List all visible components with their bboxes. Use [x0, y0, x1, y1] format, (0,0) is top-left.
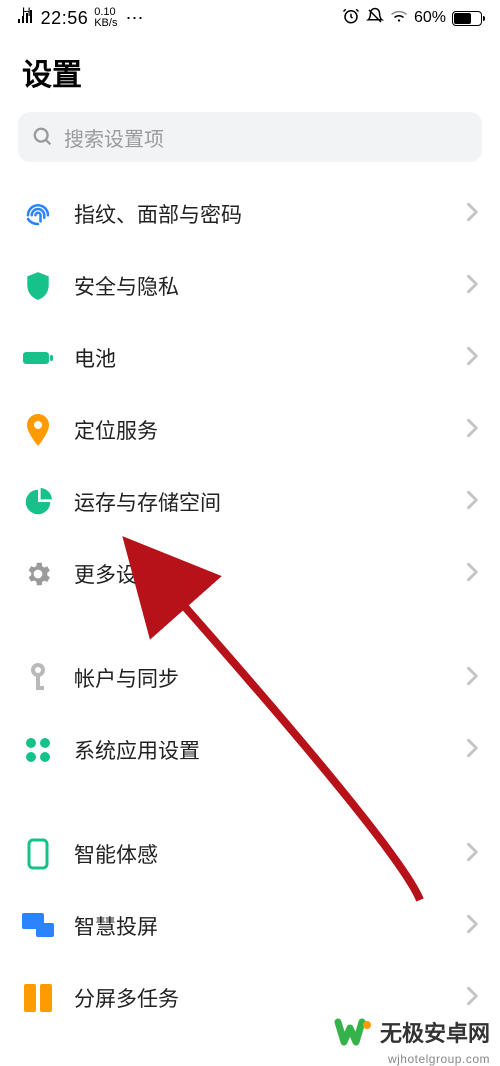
shield-icon — [22, 270, 54, 302]
chevron-right-icon — [466, 738, 478, 763]
clock-time: 22:56 — [41, 8, 89, 29]
item-label: 更多设置 — [74, 559, 446, 589]
key-icon — [22, 662, 54, 694]
alarm-icon — [342, 7, 360, 30]
settings-list: 指纹、面部与密码 安全与隐私 电池 定位服务 运存与存储空间 更多设置 — [0, 174, 500, 1034]
speed-unit: KB/s — [94, 18, 117, 29]
search-placeholder: 搜索设置项 — [64, 123, 164, 152]
status-left: H 22:56 0.10 KB/s ⋯ — [18, 7, 145, 29]
item-battery[interactable]: 电池 — [0, 322, 500, 394]
cast-devices-icon — [22, 910, 54, 942]
item-accounts[interactable]: 帐户与同步 — [0, 642, 500, 714]
chevron-right-icon — [466, 490, 478, 515]
battery-icon — [22, 342, 54, 374]
item-label: 定位服务 — [74, 415, 446, 445]
network-speed: 0.10 KB/s — [94, 7, 117, 29]
item-storage[interactable]: 运存与存储空间 — [0, 466, 500, 538]
item-smart-cast[interactable]: 智慧投屏 — [0, 890, 500, 962]
item-more-settings[interactable]: 更多设置 — [0, 538, 500, 610]
chevron-right-icon — [466, 346, 478, 371]
split-screen-icon — [22, 982, 54, 1014]
item-system-apps[interactable]: 系统应用设置 — [0, 714, 500, 786]
item-label: 帐户与同步 — [74, 663, 446, 693]
status-right: 60% — [342, 7, 482, 30]
item-label: 智慧投屏 — [74, 911, 446, 941]
item-fingerprint[interactable]: 指纹、面部与密码 — [0, 178, 500, 250]
item-location[interactable]: 定位服务 — [0, 394, 500, 466]
watermark-url: wjhotelgroup.com — [388, 1052, 490, 1066]
wifi-icon — [390, 9, 408, 28]
item-label: 安全与隐私 — [74, 271, 446, 301]
watermark: 无极安卓网 wjhotelgroup.com — [334, 1012, 490, 1052]
item-smart-motion[interactable]: 智能体感 — [0, 818, 500, 890]
battery-percent: 60% — [414, 9, 446, 27]
chevron-right-icon — [466, 202, 478, 227]
item-label: 指纹、面部与密码 — [74, 199, 446, 229]
signal-type: H — [22, 5, 31, 19]
fingerprint-icon — [22, 198, 54, 230]
watermark-text: 无极安卓网 — [380, 1016, 490, 1048]
group-separator — [0, 610, 500, 642]
search-input[interactable]: 搜索设置项 — [18, 112, 482, 162]
more-icon: ⋯ — [125, 8, 145, 29]
dnd-icon — [366, 7, 384, 30]
page-title: 设置 — [0, 36, 500, 112]
chevron-right-icon — [466, 842, 478, 867]
location-pin-icon — [22, 414, 54, 446]
phone-outline-icon — [22, 838, 54, 870]
pie-chart-icon — [22, 486, 54, 518]
item-label: 电池 — [74, 343, 446, 373]
gear-icon — [22, 558, 54, 590]
chevron-right-icon — [466, 914, 478, 939]
chevron-right-icon — [466, 418, 478, 443]
battery-icon — [452, 11, 482, 26]
chevron-right-icon — [466, 986, 478, 1011]
item-security[interactable]: 安全与隐私 — [0, 250, 500, 322]
search-icon — [32, 126, 54, 148]
search-container: 搜索设置项 — [0, 112, 500, 174]
status-bar: H 22:56 0.10 KB/s ⋯ 60% — [0, 0, 500, 36]
item-label: 系统应用设置 — [74, 735, 446, 765]
apps-grid-icon — [22, 734, 54, 766]
item-label: 运存与存储空间 — [74, 487, 446, 517]
item-label: 分屏多任务 — [74, 983, 446, 1013]
chevron-right-icon — [466, 666, 478, 691]
item-label: 智能体感 — [74, 839, 446, 869]
chevron-right-icon — [466, 274, 478, 299]
group-separator — [0, 786, 500, 818]
chevron-right-icon — [466, 562, 478, 587]
watermark-logo-icon — [334, 1012, 374, 1052]
